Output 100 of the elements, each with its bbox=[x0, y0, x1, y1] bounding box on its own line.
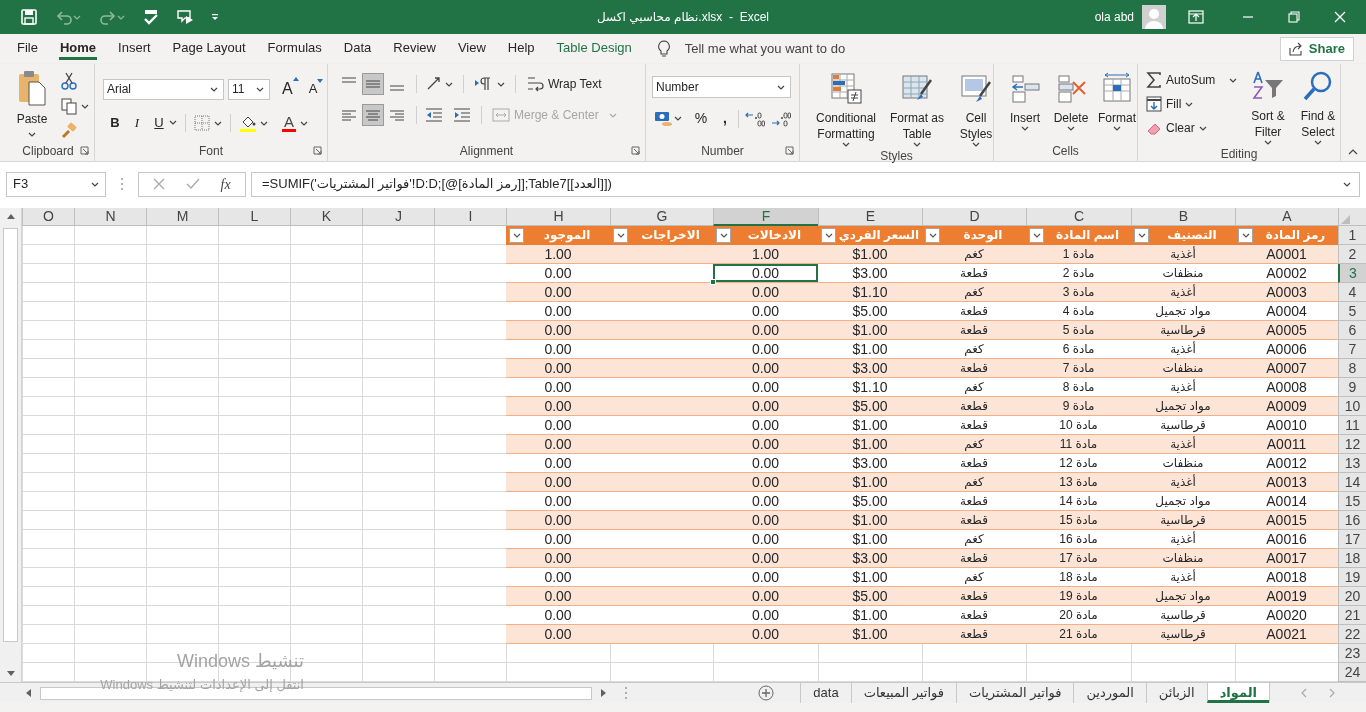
table-cell[interactable]: قطعة bbox=[922, 625, 1026, 644]
row-header[interactable]: 15 bbox=[1338, 492, 1366, 511]
column-header[interactable]: J bbox=[362, 208, 434, 226]
column-header[interactable]: K bbox=[290, 208, 362, 226]
number-format-field[interactable]: Number bbox=[652, 76, 791, 98]
column-header[interactable]: N bbox=[74, 208, 146, 226]
column-header[interactable]: C bbox=[1026, 208, 1131, 226]
undo-icon[interactable] bbox=[54, 8, 82, 26]
checkmark-icon[interactable] bbox=[142, 8, 160, 26]
row-header[interactable]: 6 bbox=[1338, 321, 1366, 340]
filter-button[interactable] bbox=[1029, 227, 1044, 243]
shrink-font-button[interactable]: A bbox=[308, 79, 324, 99]
fill-handle[interactable] bbox=[710, 279, 716, 285]
row-header[interactable]: 3 bbox=[1338, 264, 1366, 283]
conditional-formatting-button[interactable]: Conditional Formatting bbox=[810, 72, 882, 147]
formula-field[interactable]: =SUMIF('فواتير المشتريات'!D:D;[@[رمز المادة]];Table7[[العدد]]) bbox=[251, 171, 1360, 197]
ribbon-display-icon[interactable] bbox=[1188, 10, 1204, 24]
decrease-indent-icon[interactable] bbox=[425, 108, 443, 122]
column-header[interactable]: F bbox=[713, 208, 818, 226]
row-header[interactable]: 9 bbox=[1338, 378, 1366, 397]
row-header[interactable]: 14 bbox=[1338, 473, 1366, 492]
row-header[interactable]: 10 bbox=[1338, 397, 1366, 416]
center-align-button[interactable] bbox=[362, 104, 384, 126]
table-cell[interactable]: 0.00 bbox=[506, 625, 610, 644]
row-header[interactable]: 21 bbox=[1338, 606, 1366, 625]
splitter-dots-icon[interactable] bbox=[120, 177, 124, 191]
column-header[interactable]: I bbox=[434, 208, 506, 226]
cell-styles-button[interactable]: Cell Styles bbox=[952, 72, 1000, 147]
ribbon-tab[interactable]: Formulas bbox=[266, 38, 323, 60]
dialog-launcher-icon[interactable] bbox=[631, 146, 640, 155]
filter-button[interactable] bbox=[716, 227, 731, 243]
fill-button[interactable]: Fill bbox=[1146, 94, 1246, 114]
tell-me-field[interactable]: Tell me what you want to do bbox=[684, 39, 846, 59]
name-box[interactable]: F3 bbox=[6, 171, 106, 197]
font-size-field[interactable]: 11 bbox=[228, 78, 270, 100]
decrease-decimal-icon[interactable] bbox=[771, 109, 791, 128]
ribbon-tab[interactable]: Insert bbox=[117, 38, 152, 60]
grow-font-button[interactable]: A bbox=[282, 77, 299, 101]
column-header[interactable]: L bbox=[218, 208, 290, 226]
row-header[interactable]: 5 bbox=[1338, 302, 1366, 321]
row-header[interactable]: 23 bbox=[1338, 644, 1366, 663]
lightbulb-icon[interactable] bbox=[656, 40, 671, 58]
customize-caret-icon[interactable] bbox=[210, 12, 220, 22]
row-header[interactable]: 17 bbox=[1338, 530, 1366, 549]
cancel-icon[interactable] bbox=[153, 178, 166, 190]
table-cell[interactable]: 0.00 bbox=[713, 264, 818, 283]
close-icon[interactable] bbox=[1334, 11, 1346, 23]
redo-icon[interactable] bbox=[98, 8, 126, 26]
row-header[interactable]: 16 bbox=[1338, 511, 1366, 530]
next-sheet-icon[interactable] bbox=[1327, 688, 1337, 698]
row-header[interactable]: 12 bbox=[1338, 435, 1366, 454]
borders-icon[interactable] bbox=[194, 114, 210, 131]
ribbon-tab[interactable]: Table Design bbox=[555, 38, 633, 60]
ribbon-tab[interactable]: View bbox=[456, 38, 487, 60]
find-select-button[interactable]: Find & Select bbox=[1296, 70, 1340, 145]
comma-button[interactable]: , bbox=[718, 108, 732, 129]
ribbon-tab[interactable]: Help bbox=[506, 38, 536, 60]
format-button[interactable]: Format bbox=[1098, 72, 1136, 141]
filter-button[interactable] bbox=[1238, 227, 1253, 243]
paragraph-direction-icon[interactable] bbox=[474, 76, 492, 92]
delete-button[interactable]: Delete bbox=[1052, 72, 1090, 141]
format-painter-icon[interactable] bbox=[60, 122, 78, 140]
row-header[interactable]: 7 bbox=[1338, 340, 1366, 359]
table-cell[interactable]: A0021 bbox=[1235, 625, 1338, 644]
accounting-format-icon[interactable] bbox=[654, 109, 674, 128]
font-name-field[interactable]: Arial bbox=[103, 78, 224, 100]
table-cell[interactable]: مادة 21 bbox=[1026, 625, 1131, 644]
filter-button[interactable] bbox=[1134, 227, 1149, 243]
ribbon-tab[interactable]: Review bbox=[392, 38, 437, 60]
font-color-button[interactable]: A bbox=[282, 113, 296, 132]
insert-button[interactable]: Insert bbox=[1006, 72, 1044, 141]
avatar-icon[interactable] bbox=[1142, 5, 1166, 29]
table-cell[interactable]: قرطاسية bbox=[1131, 625, 1235, 644]
row-header[interactable]: 11 bbox=[1338, 416, 1366, 435]
italic-button[interactable]: I bbox=[127, 113, 147, 133]
collapse-ribbon-icon[interactable] bbox=[1348, 149, 1358, 155]
cut-icon[interactable] bbox=[60, 72, 78, 90]
ribbon-tab[interactable]: Data bbox=[342, 38, 373, 60]
dialog-launcher-icon[interactable] bbox=[80, 146, 89, 155]
filter-button[interactable] bbox=[821, 227, 836, 243]
table-cell[interactable]: $1.00 bbox=[818, 625, 922, 644]
copy-icon[interactable] bbox=[60, 97, 78, 115]
sheet-tab[interactable]: المواد bbox=[1206, 683, 1269, 703]
column-header[interactable]: O bbox=[22, 208, 74, 226]
paste-button[interactable]: Paste bbox=[12, 70, 52, 141]
column-header[interactable]: G bbox=[610, 208, 713, 226]
scrollbar-thumb[interactable] bbox=[3, 228, 18, 642]
column-header[interactable]: M bbox=[146, 208, 218, 226]
row-header[interactable]: 22 bbox=[1338, 625, 1366, 644]
column-header[interactable]: H bbox=[506, 208, 610, 226]
confirm-icon[interactable] bbox=[185, 178, 200, 190]
clear-button[interactable]: Clear bbox=[1146, 118, 1246, 138]
format-as-table-button[interactable]: Format as Table bbox=[886, 72, 948, 147]
share-button[interactable]: Share bbox=[1279, 37, 1354, 61]
column-header[interactable]: A bbox=[1235, 208, 1338, 226]
insert-function-button[interactable]: fx bbox=[220, 173, 231, 195]
add-sheet-icon[interactable] bbox=[758, 685, 775, 701]
row-header[interactable]: 8 bbox=[1338, 359, 1366, 378]
column-header[interactable]: D bbox=[922, 208, 1026, 226]
dialog-launcher-icon[interactable] bbox=[313, 146, 322, 155]
